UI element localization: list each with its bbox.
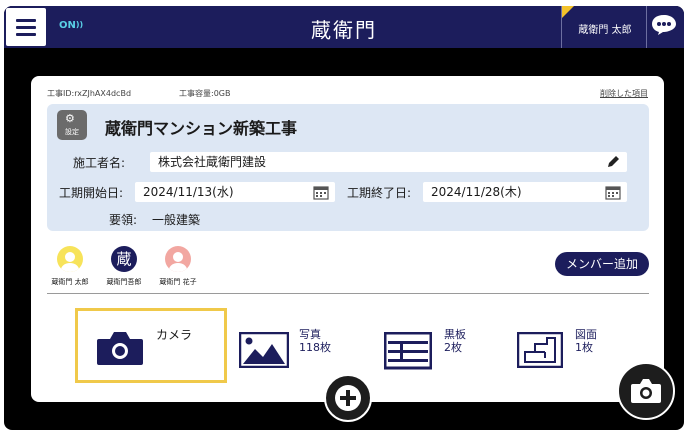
avatar xyxy=(57,246,83,272)
deleted-items-link[interactable]: 削除した項目 xyxy=(600,88,648,99)
project-title: 蔵衛門マンション新築工事 xyxy=(105,119,298,138)
calendar-icon xyxy=(313,186,329,200)
blackboard-title: 黒板 xyxy=(444,328,466,341)
plus-icon xyxy=(335,385,361,411)
end-date-field[interactable]: 2024/11/28(木) xyxy=(423,182,627,202)
contractor-field[interactable]: 株式会社蔵衛門建設 xyxy=(150,152,627,172)
app-frame: ON)) 蔵衛門 蔵衛門 太郎 工事ID:rxZJhAX4dcBd 工事容量:0… xyxy=(4,6,684,430)
drawings-count: 1枚 xyxy=(575,341,593,354)
photos-label: 写真 118枚 xyxy=(299,328,331,354)
start-date-value: 2024/11/13(水) xyxy=(143,185,234,199)
member-item[interactable]: 蔵 蔵衛門吾郎 xyxy=(99,246,149,287)
project-info-panel: ⚙ 設定 蔵衛門マンション新築工事 施工者名: 株式会社蔵衛門建設 工期開始日:… xyxy=(47,104,649,231)
start-date-field[interactable]: 2024/11/13(水) xyxy=(135,182,335,202)
summary-label: 要領: xyxy=(109,213,138,227)
settings-label: 設定 xyxy=(65,128,79,136)
end-date-label: 工期終了日: xyxy=(347,186,412,200)
camera-icon xyxy=(97,332,143,365)
pencil-icon[interactable] xyxy=(605,154,621,170)
picture-icon xyxy=(239,332,289,368)
quick-camera-button[interactable] xyxy=(617,362,675,420)
user-menu[interactable]: 蔵衛門 太郎 xyxy=(561,6,647,48)
avatar: 蔵 xyxy=(111,246,137,272)
settings-button[interactable]: ⚙ 設定 xyxy=(57,110,87,140)
divider xyxy=(47,293,649,294)
notification-flag-icon xyxy=(562,6,574,18)
avatar xyxy=(165,246,191,272)
top-bar: ON)) 蔵衛門 蔵衛門 太郎 xyxy=(4,6,684,48)
camera-button[interactable]: カメラ xyxy=(75,308,227,383)
calendar-icon xyxy=(605,186,621,200)
add-button[interactable] xyxy=(324,374,372,422)
camera-label: カメラ xyxy=(156,328,193,342)
chat-button[interactable] xyxy=(651,14,677,36)
settings-icon: ⚙ xyxy=(65,112,75,125)
blackboard-icon xyxy=(384,332,432,370)
chat-icon xyxy=(652,15,676,35)
end-date-value: 2024/11/28(木) xyxy=(431,185,522,199)
start-date-label: 工期開始日: xyxy=(59,186,124,200)
project-capacity: 工事容量:0GB xyxy=(179,89,231,98)
contractor-label: 施工者名: xyxy=(73,156,126,170)
member-name: 蔵衛門 太郎 xyxy=(51,278,89,286)
user-name: 蔵衛門 太郎 xyxy=(578,25,632,36)
project-card: 工事ID:rxZJhAX4dcBd 工事容量:0GB 削除した項目 ⚙ 設定 蔵… xyxy=(31,76,664,402)
member-name: 蔵衛門 花子 xyxy=(159,278,197,286)
drawings-label: 図面 1枚 xyxy=(575,328,597,354)
member-item[interactable]: 蔵衛門 太郎 xyxy=(45,246,95,287)
summary-value: 一般建築 xyxy=(152,213,201,227)
photos-count: 118枚 xyxy=(299,341,331,354)
project-id: 工事ID:rxZJhAX4dcBd xyxy=(47,89,132,98)
member-name: 蔵衛門吾郎 xyxy=(106,278,142,286)
camera-icon xyxy=(631,379,661,403)
drawings-title: 図面 xyxy=(575,328,597,341)
blackboard-count: 2枚 xyxy=(444,341,462,354)
blackboard-label: 黒板 2枚 xyxy=(444,328,466,354)
photos-title: 写真 xyxy=(299,328,321,341)
member-item[interactable]: 蔵衛門 花子 xyxy=(153,246,203,287)
add-member-button[interactable]: メンバー追加 xyxy=(555,252,649,276)
floor-plan-icon xyxy=(517,332,563,368)
contractor-value: 株式会社蔵衛門建設 xyxy=(158,155,267,169)
